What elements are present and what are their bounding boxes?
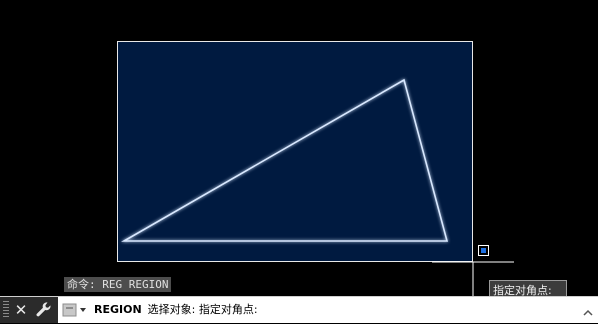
command-prompt-text: 选择对象: 指定对角点: (147, 303, 258, 316)
command-prompt[interactable]: REGION 选择对象: 指定对角点: (94, 297, 258, 323)
command-name: REGION (94, 303, 142, 316)
drag-grip-handle[interactable] (3, 301, 9, 319)
command-line-bar: ✕ REGION 选择对象: 指定对角点: (0, 296, 598, 323)
selection-window (117, 41, 473, 262)
drawing-viewport[interactable] (0, 0, 598, 323)
pickbox-fill (481, 248, 486, 253)
command-line-tools: ✕ (0, 297, 58, 323)
command-history-line: 命令: REG REGION (64, 277, 172, 292)
recent-commands-icon[interactable] (62, 302, 90, 318)
wrench-icon[interactable] (34, 300, 54, 320)
chevron-up-icon[interactable] (582, 304, 594, 316)
close-icon[interactable]: ✕ (13, 300, 29, 320)
